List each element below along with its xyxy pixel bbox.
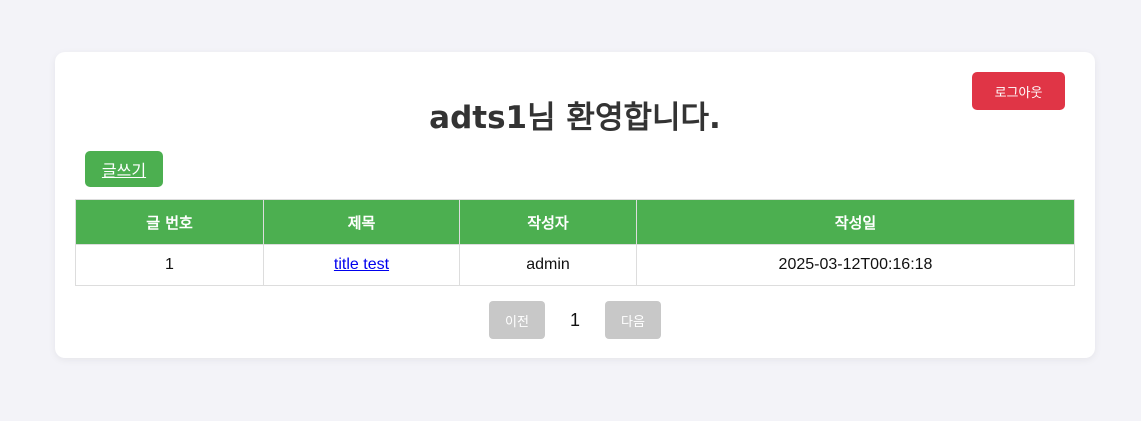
current-page-number: 1 xyxy=(569,309,580,330)
column-header-author: 작성자 xyxy=(459,199,637,245)
column-header-title: 제목 xyxy=(263,199,460,245)
cell-author: admin xyxy=(459,244,637,286)
table-header-row: 글 번호 제목 작성자 작성일 xyxy=(75,199,1075,245)
post-title-link[interactable]: title test xyxy=(334,256,389,273)
next-page-button[interactable]: 다음 xyxy=(605,301,661,339)
board-table: 글 번호 제목 작성자 작성일 1 title test admin 2025-… xyxy=(75,199,1075,286)
prev-page-button[interactable]: 이전 xyxy=(489,301,545,339)
main-card: 로그아웃 adts1님 환영합니다. 글쓰기 글 번호 제목 작성자 작성일 1… xyxy=(55,52,1095,358)
cell-date: 2025-03-12T00:16:18 xyxy=(636,244,1075,286)
column-header-number: 글 번호 xyxy=(75,199,264,245)
table-row: 1 title test admin 2025-03-12T00:16:18 xyxy=(75,244,1075,286)
cell-title: title test xyxy=(263,244,460,286)
write-post-button[interactable]: 글쓰기 xyxy=(85,151,163,187)
column-header-date: 작성일 xyxy=(636,199,1075,245)
cell-number: 1 xyxy=(75,244,264,286)
page-title: adts1님 환영합니다. xyxy=(429,100,721,136)
pagination: 이전 1 다음 xyxy=(55,301,1095,339)
